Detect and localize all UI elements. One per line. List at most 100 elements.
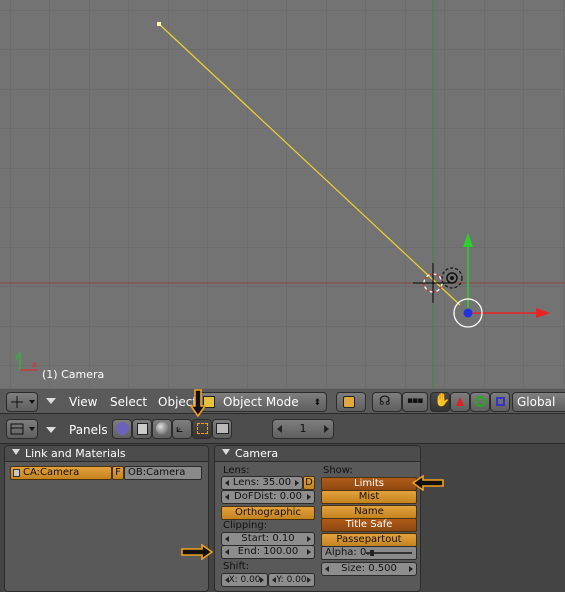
decrement-icon [225, 494, 229, 500]
clipping-heading: Clipping: [223, 520, 268, 531]
dof-distance-value: DoFDist: 0.00 [234, 491, 302, 502]
increment-icon [260, 577, 264, 583]
callout-arrow-clip-end [181, 544, 213, 560]
3d-view-header: View Select Object Object Mode ⬍ ☊ ▪▪▪ ✋… [0, 388, 565, 414]
camera-panel-title[interactable]: Camera [215, 446, 420, 462]
clip-start-field[interactable]: Start: 0.10 [221, 532, 315, 546]
pivot-icon: ☊ [379, 394, 391, 409]
script-context-button[interactable] [132, 419, 152, 439]
crosshair-icon [11, 396, 35, 408]
shift-y-value: Y: 0.00 [276, 575, 307, 585]
fake-user-button[interactable]: F [112, 466, 124, 480]
passepartout-toggle[interactable]: Passepartout [321, 533, 417, 547]
scene-icon [216, 423, 229, 434]
menu-select[interactable]: Select [110, 395, 147, 409]
dof-distance-field[interactable]: DoFDist: 0.00 [221, 490, 315, 504]
logic-icon [116, 422, 129, 435]
3d-viewport[interactable]: y x (1) Camera [0, 0, 565, 388]
frame-number-field[interactable]: 1 [272, 419, 334, 439]
scene-context-button[interactable] [212, 419, 232, 439]
increment-icon [307, 494, 311, 500]
scale-icon [496, 397, 505, 406]
logic-context-button[interactable] [112, 419, 132, 439]
decrement-icon [325, 566, 329, 572]
script-icon [137, 423, 148, 435]
menu-view[interactable]: View [69, 395, 97, 409]
lens-field[interactable]: Lens: 35.00 [221, 476, 303, 490]
buttons-panels-area: Link and Materials CA:Camera F OB:Camera… [0, 444, 565, 592]
svg-text:x: x [32, 360, 37, 369]
collapse-menus-icon[interactable] [46, 427, 56, 433]
layers-icon: ▪▪▪ [407, 396, 423, 406]
panels-label: Panels [69, 423, 108, 437]
scale-toggle[interactable] [490, 392, 510, 412]
buttons-window-icon [10, 423, 35, 435]
size-field[interactable]: Size: 0.500 [321, 562, 417, 576]
updown-icon: ⬍ [313, 398, 321, 408]
mode-select-label: Object Mode [223, 395, 299, 409]
mist-toggle[interactable]: Mist [321, 490, 417, 504]
hand-icon: ✋ [434, 393, 451, 408]
window-type-button[interactable] [6, 392, 38, 412]
limits-toggle[interactable]: Limits [321, 477, 417, 491]
increment-icon [307, 536, 311, 542]
draw-type-select[interactable] [336, 392, 366, 412]
collapse-icon [222, 449, 230, 455]
decrement-icon [225, 577, 229, 583]
callout-arrow-editing [190, 389, 206, 417]
rotate-toggle[interactable] [470, 392, 490, 412]
orthographic-button[interactable]: Orthographic [221, 506, 315, 520]
decrement-icon [225, 536, 229, 542]
increment-icon [324, 425, 329, 433]
collapse-menus-icon[interactable] [46, 398, 56, 404]
object-name-label: (1) Camera [42, 368, 105, 381]
viewport-canvas: y x [0, 0, 565, 388]
clip-end-field[interactable]: End: 100.00 [221, 545, 315, 559]
shift-x-value: X: 0.00 [228, 575, 261, 585]
collapse-icon [12, 449, 20, 455]
translate-icon [456, 397, 464, 406]
editing-context-button[interactable] [192, 419, 212, 439]
layers-toggle[interactable]: ▪▪▪ [402, 392, 428, 412]
callout-arrow-limits [412, 475, 444, 491]
translate-toggle[interactable] [450, 392, 470, 412]
shift-heading: Shift: [223, 561, 250, 572]
alpha-slider-handle[interactable] [370, 550, 374, 556]
rotate-icon [475, 396, 486, 407]
camera-datablock-field[interactable]: CA:Camera [10, 466, 112, 480]
mode-select[interactable]: Object Mode ⬍ [196, 392, 327, 412]
grid [0, 0, 565, 388]
pivot-select[interactable]: ☊ [372, 392, 402, 412]
orientation-label: Global [517, 395, 556, 409]
browse-icon [13, 469, 20, 477]
lens-degrees-toggle[interactable]: D [303, 476, 315, 490]
buttons-window-type[interactable] [6, 419, 38, 439]
name-toggle[interactable]: Name [321, 505, 417, 519]
camera-panel-title-text: Camera [235, 447, 279, 460]
increment-icon [295, 480, 299, 486]
show-heading: Show: [323, 465, 353, 476]
draw-type-icon [343, 396, 355, 408]
manipulator-toggle[interactable]: ✋ [430, 392, 450, 412]
clip-end-point [157, 22, 161, 26]
increment-icon [409, 566, 413, 572]
orientation-select[interactable]: Global [512, 392, 565, 412]
link-materials-title[interactable]: Link and Materials [5, 446, 208, 462]
decrement-icon [272, 577, 276, 583]
title-safe-toggle[interactable]: Title Safe [321, 518, 417, 532]
object-context-button[interactable]: ⟀ [172, 419, 192, 439]
editing-icon [197, 423, 208, 434]
shift-y-field[interactable]: Y: 0.00 [268, 573, 315, 587]
camera-panel: Camera Lens: Lens: 35.00 D DoFDist: 0.00… [214, 445, 421, 592]
increment-icon [307, 549, 311, 555]
svg-text:y: y [15, 351, 20, 360]
lens-value: Lens: 35.00 [232, 477, 292, 488]
object-name-field[interactable]: OB:Camera [124, 466, 202, 480]
shift-x-field[interactable]: X: 0.00 [221, 573, 268, 587]
clip-start-value: Start: 0.10 [241, 533, 295, 544]
shading-context-button[interactable] [152, 419, 172, 439]
lens-heading: Lens: [223, 465, 250, 476]
buttons-window-header: Panels ⟀ 1 [0, 414, 565, 444]
alpha-slider[interactable]: Alpha: 0. [321, 546, 417, 560]
camera-datablock-value: CA:Camera [23, 467, 80, 478]
